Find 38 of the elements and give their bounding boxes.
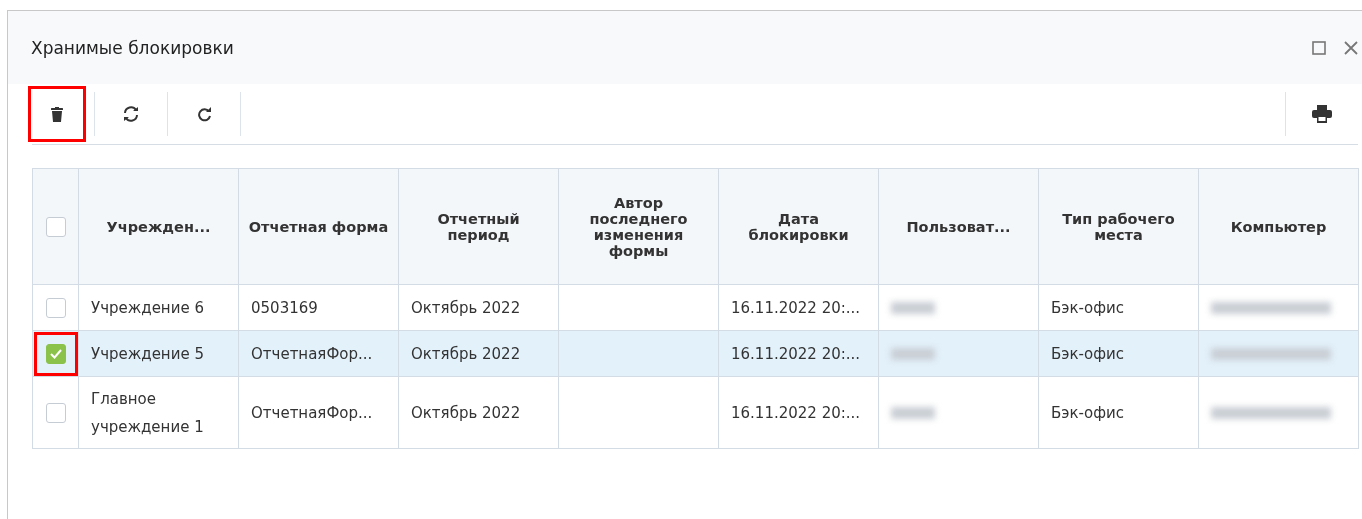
table-cell: 16.11.2022 20:... (731, 344, 861, 363)
table-cell: Главное учреждение 1 (91, 389, 204, 436)
close-icon[interactable] (1344, 40, 1358, 55)
column-header[interactable]: Компьютер (1207, 218, 1350, 235)
table-cell: 16.11.2022 20:... (731, 298, 861, 317)
toolbar-button[interactable] (28, 86, 86, 142)
table-cell: ОтчетнаяФор... (251, 344, 373, 363)
blurred-text (891, 348, 935, 360)
table-cell: Учреждение 6 (91, 298, 204, 317)
table-cell: Учреждение 5 (91, 344, 204, 363)
table-row[interactable]: Учреждение 6 0503169 Октябрь 2022 16.11.2022 20:... Бэк-офис (32, 284, 1359, 331)
blurred-text (891, 407, 935, 419)
column-header[interactable]: Отчетная форма (247, 218, 390, 235)
table-row[interactable]: Учреждение 5 ОтчетнаяФор... Октябрь 2022 16.11.2022 20:... Бэк-офис (32, 330, 1359, 377)
sync-icon (122, 106, 140, 122)
table-cell: ОтчетнаяФор... (251, 403, 373, 422)
blurred-text (891, 302, 935, 314)
refresh-icon (196, 106, 212, 122)
table-row[interactable]: Главное учреждение 1 ОтчетнаяФор... Октябрь 2022 16.11.2022 20:... Бэк-офис (32, 376, 1359, 449)
column-header[interactable]: Учрежден... (87, 218, 230, 235)
table-cell: Октябрь 2022 (411, 344, 521, 363)
table-cell: Октябрь 2022 (411, 298, 521, 317)
table-cell: Бэк-офис (1051, 403, 1124, 422)
select-all-checkbox[interactable] (45, 216, 66, 237)
maximize-icon[interactable] (1312, 40, 1326, 55)
column-header[interactable]: Пользоват... (887, 218, 1030, 235)
row-checkbox[interactable] (45, 343, 66, 364)
table-cell: Октябрь 2022 (411, 403, 521, 422)
print-icon (1312, 105, 1332, 123)
checkmark-icon (49, 348, 62, 359)
table-cell: Бэк-офис (1051, 344, 1124, 363)
window-title: Хранимые блокировки (31, 37, 234, 58)
table-cell: Бэк-офис (1051, 298, 1124, 317)
trash-icon (51, 106, 63, 122)
row-checkbox[interactable] (45, 402, 66, 423)
table-cell: 0503169 (251, 298, 318, 317)
row-checkbox[interactable] (45, 297, 66, 318)
table-cell: 16.11.2022 20:... (731, 403, 861, 422)
